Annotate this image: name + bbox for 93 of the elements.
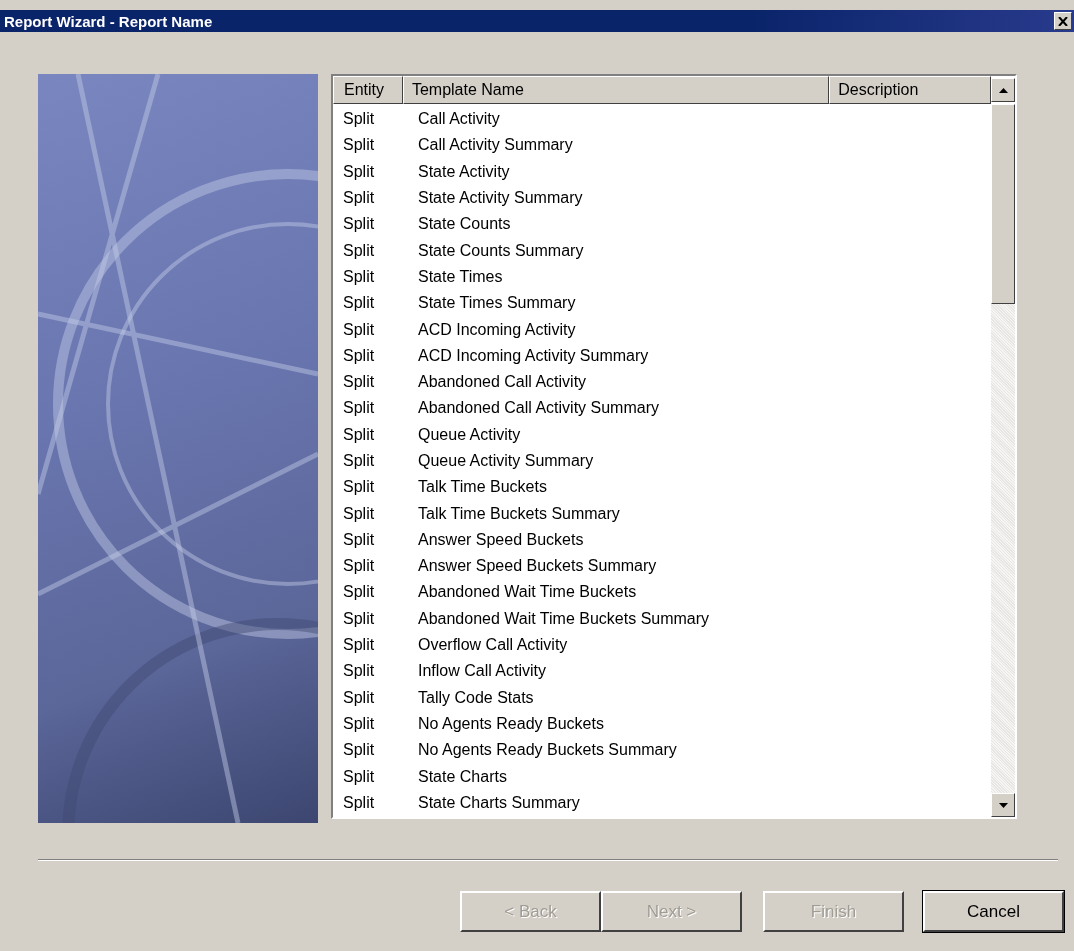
list-row[interactable]: Split Abandoned Call Activity Summary: [333, 395, 991, 422]
template-name-cell-text: State Activity: [417, 162, 510, 181]
list-row[interactable]: Split Inflow Call Activity: [333, 658, 991, 685]
template-name-cell-text: Queue Activity: [417, 425, 521, 444]
entity-cell-text: Split: [342, 557, 376, 576]
list-row[interactable]: Split State Counts: [333, 211, 991, 238]
list-row[interactable]: Split Queue Activity: [333, 421, 991, 448]
entity-cell-text: Split: [342, 662, 376, 681]
list-row[interactable]: Split ACD Incoming Activity: [333, 316, 991, 343]
up-arrow-icon: [998, 87, 1008, 93]
wizard-button[interactable]: Cancel: [923, 891, 1064, 932]
entity-cell-text: Split: [342, 688, 376, 707]
entity-cell-text: Split: [342, 110, 376, 129]
list-row[interactable]: Split Call Activity: [333, 106, 991, 133]
list-row[interactable]: Split Queue Activity Summary: [333, 447, 991, 475]
list-row[interactable]: Split State Counts Summary: [333, 237, 991, 264]
list-row[interactable]: Split ACD Incoming Activity Summary: [333, 342, 991, 369]
template-name-cell-text: Answer Speed Buckets Summary: [417, 557, 657, 576]
list-row[interactable]: Split State Activity: [333, 158, 991, 185]
entity-cell-text: Split: [342, 583, 376, 602]
list-row[interactable]: Split Abandoned Wait Time Buckets Summary: [333, 605, 991, 632]
entity-cell-text: Split: [342, 241, 376, 260]
list-row[interactable]: Split Talk Time Buckets: [333, 474, 991, 501]
scrollbar-thumb[interactable]: [991, 104, 1015, 304]
entity-cell-text: Split: [342, 793, 376, 812]
list-row[interactable]: Split State Charts: [333, 763, 991, 790]
column-header[interactable]: Template Name: [402, 76, 830, 104]
entity-cell-text: Split: [342, 609, 376, 628]
template-name-cell-text: Answer Speed Buckets: [417, 530, 584, 549]
template-name-cell-text: State Times Summary: [417, 294, 576, 313]
template-name-cell-text: No Agents Ready Buckets Summary: [417, 741, 677, 760]
template-name-cell-text: Call Activity Summary: [417, 136, 573, 155]
list-row[interactable]: Split State Times Summary: [333, 290, 991, 317]
entity-cell-text: Split: [342, 741, 376, 760]
template-name-cell-text: Talk Time Buckets: [417, 478, 547, 497]
entity-cell-text: Split: [342, 320, 376, 339]
entity-cell-text: Split: [342, 294, 376, 313]
down-arrow-icon: [998, 802, 1008, 808]
template-name-cell-text: ACD Incoming Activity Summary: [417, 346, 649, 365]
entity-cell-text: Split: [342, 714, 376, 733]
entity-cell-text: Split: [342, 767, 376, 786]
list-row[interactable]: Split State Times: [333, 263, 991, 291]
entity-cell-text: Split: [342, 215, 376, 234]
list-row[interactable]: Split State Charts Summary: [333, 789, 991, 816]
template-name-cell-text: Talk Time Buckets Summary: [417, 504, 620, 523]
list-row[interactable]: Split Answer Speed Buckets Summary: [333, 553, 991, 580]
scroll-down-button[interactable]: [991, 793, 1015, 817]
template-name-cell-text: ACD Incoming Activity: [417, 320, 576, 339]
close-icon: [1058, 16, 1068, 26]
list-row[interactable]: Split Call Activity Summary: [333, 132, 991, 159]
close-button[interactable]: [1054, 12, 1072, 30]
entity-cell-text: Split: [342, 452, 376, 470]
template-name-cell-text: No Agents Ready Buckets: [417, 714, 604, 733]
template-name-cell-text: Abandoned Call Activity Summary: [417, 399, 659, 418]
template-name-cell-text: Tally Code Stats: [417, 688, 534, 707]
template-name-cell-text: Call Activity: [417, 110, 500, 129]
template-name-cell-text: State Charts Summary: [417, 793, 580, 812]
list-row[interactable]: Split Overflow Call Activity: [333, 631, 991, 659]
entity-cell-text: Split: [342, 346, 376, 365]
template-name-cell-text: State Counts: [417, 215, 511, 234]
template-name-cell-text: State Activity Summary: [417, 189, 583, 208]
entity-cell-text: Split: [342, 373, 376, 392]
list-row[interactable]: Split Tally Code Stats: [333, 684, 991, 711]
list-row[interactable]: Split Abandoned Call Activity: [333, 368, 991, 396]
entity-cell-text: Split: [342, 267, 376, 286]
list-row[interactable]: Split Answer Speed Buckets: [333, 526, 991, 554]
template-name-cell-text: State Counts Summary: [417, 241, 584, 260]
template-name-cell-text: Queue Activity Summary: [417, 452, 594, 470]
template-name-cell-text: Overflow Call Activity: [417, 636, 568, 655]
entity-cell-text: Split: [342, 478, 376, 497]
entity-cell-text: Split: [342, 162, 376, 181]
list-row[interactable]: Split No Agents Ready Buckets: [333, 710, 991, 738]
column-header[interactable]: Entity: [333, 76, 403, 104]
entity-cell-text: Split: [342, 504, 376, 523]
entity-cell-text: Split: [342, 425, 376, 444]
template-name-cell-text: Inflow Call Activity: [417, 662, 547, 681]
scroll-up-button[interactable]: [991, 78, 1015, 102]
list-row[interactable]: Split Talk Time Buckets Summary: [333, 500, 991, 527]
column-header[interactable]: Description: [829, 76, 992, 104]
window-title: Report Wizard - Report Name: [4, 12, 213, 30]
template-name-cell-text: Abandoned Call Activity: [417, 373, 587, 392]
entity-cell-text: Split: [342, 136, 376, 155]
list-row[interactable]: Split No Agents Ready Buckets Summary: [333, 737, 991, 764]
list-row[interactable]: Split State Activity Summary: [333, 184, 991, 212]
template-name-cell-text: State Times: [417, 267, 503, 286]
template-name-cell-text: Abandoned Wait Time Buckets Summary: [417, 609, 710, 628]
list-row[interactable]: Split Abandoned Wait Time Buckets: [333, 579, 991, 606]
template-name-cell-text: State Charts: [417, 767, 507, 786]
template-name-cell-text: Abandoned Wait Time Buckets: [417, 583, 637, 602]
entity-cell-text: Split: [342, 530, 376, 549]
entity-cell-text: Split: [342, 636, 376, 655]
entity-cell-text: Split: [342, 189, 376, 208]
entity-cell-text: Split: [342, 399, 376, 418]
